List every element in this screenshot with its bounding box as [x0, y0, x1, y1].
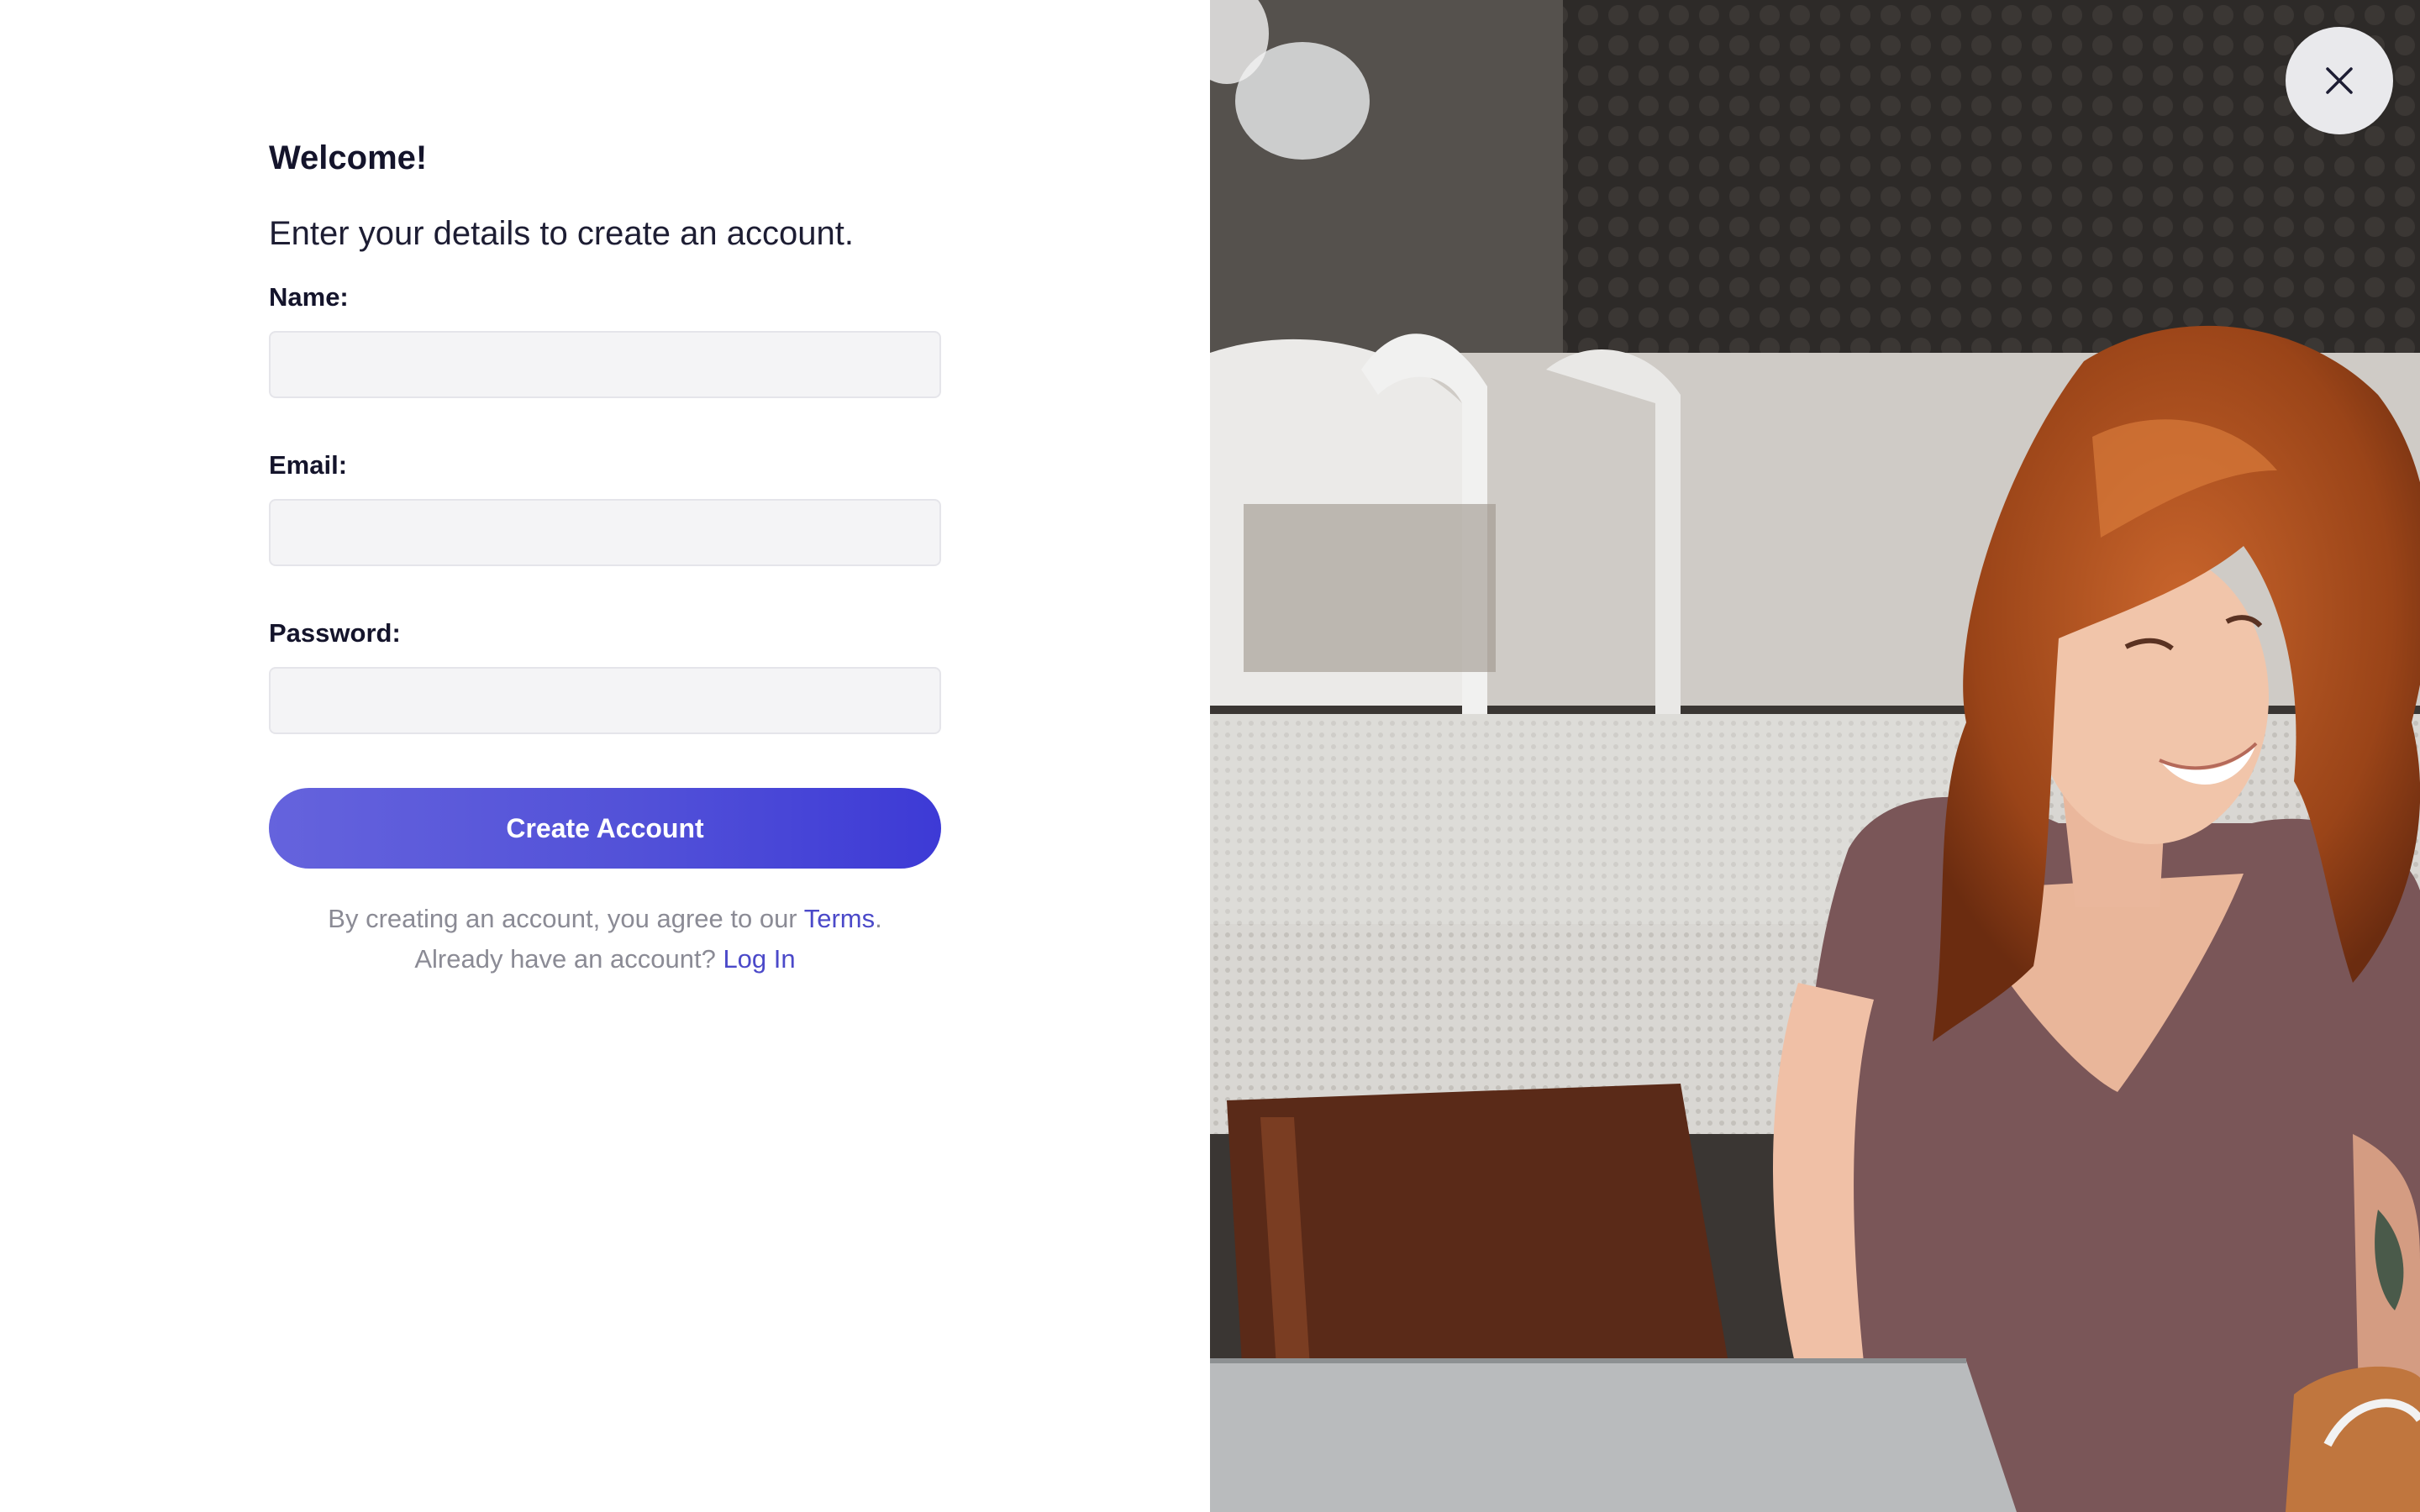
- hero-photo: [1210, 0, 2420, 1512]
- name-input[interactable]: [269, 331, 941, 398]
- signup-page: Welcome! Enter your details to create an…: [0, 0, 2420, 1512]
- login-line: Already have an account? Log In: [269, 939, 941, 979]
- email-input[interactable]: [269, 499, 941, 566]
- close-button[interactable]: [2286, 27, 2393, 134]
- form-panel: Welcome! Enter your details to create an…: [0, 0, 1210, 1512]
- close-icon: [2326, 67, 2353, 94]
- name-label: Name:: [269, 282, 349, 312]
- photo-woman-laptop-illustration: [1210, 0, 2420, 1512]
- create-account-button[interactable]: Create Account: [269, 788, 941, 869]
- login-link[interactable]: Log In: [723, 944, 795, 974]
- terms-suffix: .: [875, 904, 882, 933]
- signup-form: Welcome! Enter your details to create an…: [269, 134, 941, 979]
- terms-prefix: By creating an account, you agree to our: [328, 904, 797, 933]
- login-prefix: Already have an account?: [414, 944, 716, 974]
- form-subtitle: Enter your details to create an account.: [269, 215, 854, 252]
- email-label: Email:: [269, 450, 348, 480]
- legal-text: By creating an account, you agree to our…: [269, 899, 941, 979]
- password-label: Password:: [269, 618, 401, 648]
- welcome-heading: Welcome!: [269, 139, 428, 176]
- terms-line: By creating an account, you agree to our…: [269, 899, 941, 939]
- password-input[interactable]: [269, 667, 941, 734]
- terms-link[interactable]: Terms: [804, 904, 875, 933]
